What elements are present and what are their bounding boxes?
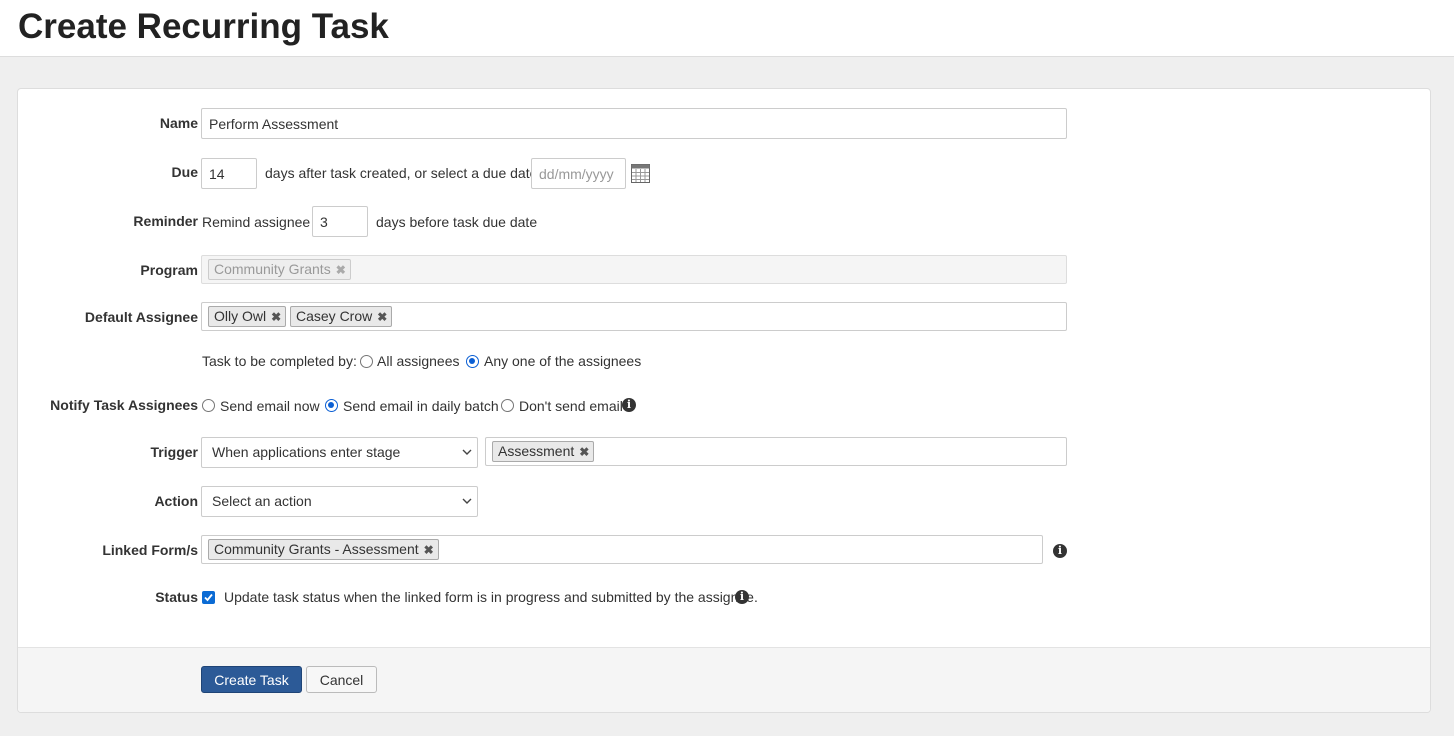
- action-select[interactable]: Select an action: [201, 486, 478, 517]
- status-label: Status: [155, 589, 198, 605]
- notify-label: Notify Task Assignees: [50, 397, 198, 413]
- action-label: Action: [154, 493, 198, 509]
- status-checkbox[interactable]: [202, 591, 215, 604]
- status-text: Update task status when the linked form …: [224, 589, 758, 605]
- due-date-input[interactable]: [531, 158, 626, 189]
- cancel-button[interactable]: Cancel: [306, 666, 377, 693]
- program-tag-label: Community Grants: [214, 261, 331, 277]
- radio-all-assignees-label: All assignees: [377, 353, 460, 369]
- radio-daily-batch[interactable]: [325, 399, 338, 412]
- action-select-value: Select an action: [212, 493, 312, 509]
- radio-dont-send[interactable]: [501, 399, 514, 412]
- chevron-down-icon: [462, 498, 472, 504]
- radio-all-assignees[interactable]: [360, 355, 373, 368]
- radio-any-assignee[interactable]: [466, 355, 479, 368]
- linked-forms-label: Linked Form/s: [102, 542, 198, 558]
- reminder-prefix: Remind assignee: [202, 214, 311, 230]
- linked-form-tag: Community Grants - Assessment ✖: [208, 539, 439, 560]
- due-days-input[interactable]: [201, 158, 257, 189]
- linked-forms-tag-input[interactable]: Community Grants - Assessment ✖: [201, 535, 1043, 564]
- remove-icon[interactable]: ✖: [377, 310, 387, 324]
- remove-icon: ✖: [335, 263, 346, 277]
- calendar-icon[interactable]: [631, 164, 650, 183]
- program-label: Program: [140, 262, 198, 278]
- form-panel: Name Due days after task created, or sel…: [17, 88, 1431, 713]
- completed-by-label: Task to be completed by:: [202, 353, 357, 369]
- trigger-label: Trigger: [150, 444, 198, 460]
- default-assignee-label: Default Assignee: [84, 309, 198, 325]
- radio-any-assignee-label: Any one of the assignees: [484, 353, 642, 369]
- radio-daily-batch-label: Send email in daily batch: [343, 398, 499, 414]
- remove-icon[interactable]: ✖: [271, 310, 281, 324]
- linked-form-tag-label: Community Grants - Assessment: [214, 541, 419, 557]
- name-input[interactable]: [201, 108, 1067, 139]
- radio-dont-send-label: Don't send email: [519, 398, 623, 414]
- radio-send-now-label: Send email now: [220, 398, 320, 414]
- trigger-stage-tag-input[interactable]: Assessment ✖: [485, 437, 1067, 466]
- stage-tag: Assessment ✖: [492, 441, 595, 462]
- info-icon[interactable]: i: [735, 590, 749, 604]
- due-text: days after task created, or select a due…: [265, 165, 538, 181]
- program-tag: Community Grants ✖: [208, 259, 351, 280]
- trigger-select-value: When applications enter stage: [212, 444, 401, 460]
- assignee-tag-label: Olly Owl: [214, 308, 267, 324]
- page-title: Create Recurring Task: [18, 7, 389, 46]
- chevron-down-icon: [462, 449, 472, 455]
- info-icon[interactable]: i: [1053, 544, 1067, 558]
- reminder-label: Reminder: [133, 213, 198, 229]
- radio-send-now[interactable]: [202, 399, 215, 412]
- info-icon[interactable]: i: [622, 398, 636, 412]
- create-task-button[interactable]: Create Task: [201, 666, 302, 693]
- form-footer: Create Task Cancel: [18, 647, 1430, 712]
- remove-icon[interactable]: ✖: [424, 543, 434, 557]
- page-header: Create Recurring Task: [0, 0, 1454, 57]
- assignee-tag: Olly Owl ✖: [208, 306, 287, 327]
- assignee-tag-label: Casey Crow: [296, 308, 373, 324]
- reminder-days-input[interactable]: [312, 206, 368, 237]
- due-label: Due: [171, 164, 198, 180]
- program-tag-input: Community Grants ✖: [201, 255, 1067, 284]
- checkmark-icon: [204, 593, 213, 602]
- stage-tag-label: Assessment: [498, 443, 575, 459]
- assignee-tag: Casey Crow ✖: [290, 306, 393, 327]
- remove-icon[interactable]: ✖: [579, 445, 589, 459]
- trigger-select[interactable]: When applications enter stage: [201, 437, 478, 468]
- name-label: Name: [159, 115, 198, 131]
- default-assignee-tag-input[interactable]: Olly Owl ✖ Casey Crow ✖: [201, 302, 1067, 331]
- reminder-suffix: days before task due date: [376, 214, 538, 230]
